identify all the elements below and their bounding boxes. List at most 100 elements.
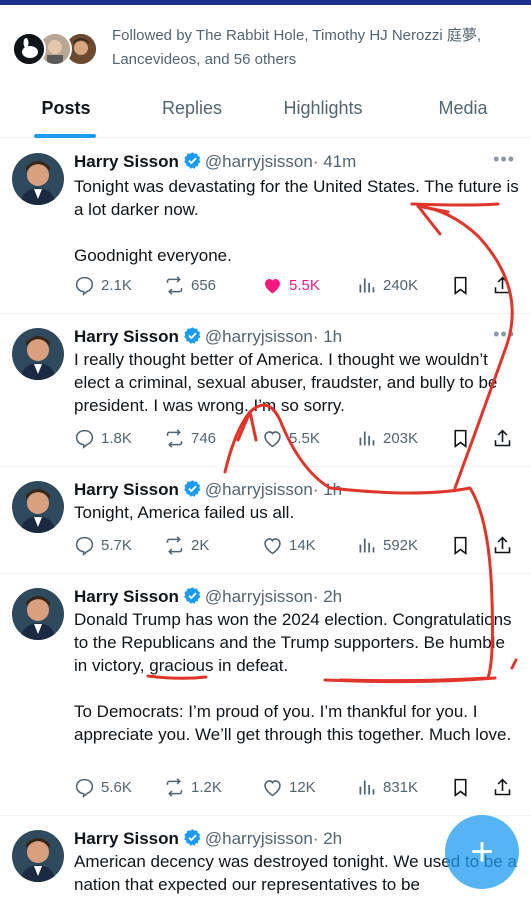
view-count: 240K — [383, 276, 419, 294]
views-button[interactable]: 592K — [356, 531, 418, 559]
reply-button[interactable]: 5.6K — [74, 773, 132, 801]
bookmark-button[interactable] — [450, 424, 471, 452]
avatar[interactable] — [12, 588, 64, 640]
author-name[interactable]: Harry Sisson — [74, 480, 179, 499]
post-time[interactable]: · 1h — [313, 480, 342, 499]
post-time[interactable]: · 1h — [313, 327, 342, 346]
reply-icon — [75, 276, 94, 296]
tab-media[interactable]: Media — [424, 86, 502, 138]
tweet[interactable]: Harry Sisson @harryjsisson· 41m ••• Tonig… — [0, 139, 531, 314]
like-button[interactable]: 12K — [262, 773, 316, 801]
views-icon — [359, 538, 375, 552]
bookmark-button[interactable] — [450, 271, 471, 299]
like-count: 5.5K — [289, 276, 320, 294]
tab-posts[interactable]: Posts — [22, 86, 110, 138]
avatar[interactable] — [12, 153, 64, 205]
reply-button[interactable]: 2.1K — [74, 271, 132, 299]
views-button[interactable]: 831K — [356, 773, 418, 801]
bookmark-icon — [454, 536, 467, 555]
views-button[interactable]: 240K — [356, 271, 418, 299]
post-time[interactable]: · 41m — [313, 152, 356, 171]
top-edge-bar — [0, 0, 531, 5]
like-button[interactable]: 5.5K — [262, 424, 320, 452]
post-text: Tonight, America failed us all. — [74, 501, 520, 524]
author-name[interactable]: Harry Sisson — [74, 587, 179, 606]
tweet[interactable]: Harry Sisson @harryjsisson· 1h Tonight, A… — [0, 467, 531, 574]
tweet[interactable]: Harry Sisson @harryjsisson· 1h ••• I real… — [0, 314, 531, 467]
post-actions: 5.6K 1.2K 12K 831K — [74, 773, 520, 801]
more-options-icon[interactable]: ••• — [493, 149, 515, 170]
follower-avatar-rabbit — [12, 32, 46, 66]
profile-tabs: Posts Replies Highlights Media — [0, 86, 531, 138]
post-paragraph: Tonight, America failed us all. — [74, 503, 295, 522]
like-button[interactable]: 5.5K — [262, 271, 320, 299]
share-button[interactable] — [492, 773, 513, 801]
views-button[interactable]: 203K — [356, 424, 418, 452]
views-icon — [359, 278, 375, 292]
repost-button[interactable]: 656 — [164, 271, 216, 299]
like-count: 14K — [289, 536, 316, 554]
author-handle[interactable]: @harryjsisson — [205, 327, 313, 346]
like-count: 5.5K — [289, 429, 320, 447]
post-actions: 2.1K 656 5.5K 240K — [74, 271, 520, 299]
avatar[interactable] — [12, 328, 64, 380]
author-name[interactable]: Harry Sisson — [74, 829, 179, 848]
views-icon — [359, 780, 375, 794]
compose-post-button[interactable]: + — [445, 815, 519, 889]
view-count: 592K — [383, 536, 419, 554]
post-text: Donald Trump has won the 2024 election. … — [74, 608, 520, 746]
repost-icon — [166, 275, 183, 295]
share-icon — [494, 778, 511, 795]
more-options-icon[interactable]: ••• — [493, 324, 515, 345]
like-icon-filled — [265, 278, 280, 293]
verified-badge-icon — [183, 151, 202, 178]
author-handle[interactable]: @harryjsisson — [205, 587, 313, 606]
bookmark-icon — [454, 276, 467, 295]
post-time[interactable]: · 2h — [313, 829, 342, 848]
share-icon — [494, 429, 511, 446]
author-handle[interactable]: @harryjsisson — [205, 152, 313, 171]
reply-count: 5.7K — [101, 536, 132, 554]
post-paragraph: To Democrats: I’m proud of you. I’m than… — [74, 702, 512, 744]
repost-icon — [166, 535, 183, 555]
post-paragraph: Goodnight everyone. — [74, 246, 232, 265]
author-handle[interactable]: @harryjsisson — [205, 480, 313, 499]
share-button[interactable] — [492, 424, 513, 452]
repost-icon — [166, 777, 183, 797]
share-icon — [494, 536, 511, 553]
reply-icon — [75, 778, 94, 798]
like-count: 12K — [289, 778, 316, 796]
followed-by-text: Followed by The Rabbit Hole, Timothy HJ … — [112, 27, 482, 68]
bookmark-button[interactable] — [450, 773, 471, 801]
share-button[interactable] — [492, 271, 513, 299]
reply-button[interactable]: 1.8K — [74, 424, 132, 452]
reply-icon — [75, 429, 94, 449]
tab-replies[interactable]: Replies — [146, 86, 238, 138]
bookmark-button[interactable] — [450, 531, 471, 559]
repost-icon — [166, 428, 183, 448]
post-actions: 1.8K 746 5.5K 203K — [74, 424, 520, 452]
repost-button[interactable]: 2K — [164, 531, 209, 559]
views-icon — [359, 431, 375, 445]
author-name[interactable]: Harry Sisson — [74, 327, 179, 346]
author-handle[interactable]: @harryjsisson — [205, 829, 313, 848]
post-text: Tonight was devastating for the United S… — [74, 175, 520, 267]
reply-button[interactable]: 5.7K — [74, 531, 132, 559]
followed-by-section[interactable]: Followed by The Rabbit Hole, Timothy HJ … — [12, 24, 522, 72]
share-button[interactable] — [492, 531, 513, 559]
post-time[interactable]: · 2h — [313, 587, 342, 606]
post-paragraph: Tonight was devastating for the United S… — [74, 177, 519, 219]
tweet[interactable]: Harry Sisson @harryjsisson· 2h Donald Tru… — [0, 574, 531, 816]
tab-highlights[interactable]: Highlights — [268, 86, 378, 138]
repost-button[interactable]: 1.2K — [164, 773, 222, 801]
avatar[interactable] — [12, 830, 64, 882]
post-actions: 5.7K 2K 14K 592K — [74, 531, 520, 559]
view-count: 203K — [383, 429, 419, 447]
avatar[interactable] — [12, 481, 64, 533]
repost-button[interactable]: 746 — [164, 424, 216, 452]
share-icon — [494, 276, 511, 293]
author-name[interactable]: Harry Sisson — [74, 152, 179, 171]
like-button[interactable]: 14K — [262, 531, 316, 559]
reply-count: 2.1K — [101, 276, 132, 294]
post-paragraph: Donald Trump has won the 2024 election. … — [74, 610, 512, 675]
